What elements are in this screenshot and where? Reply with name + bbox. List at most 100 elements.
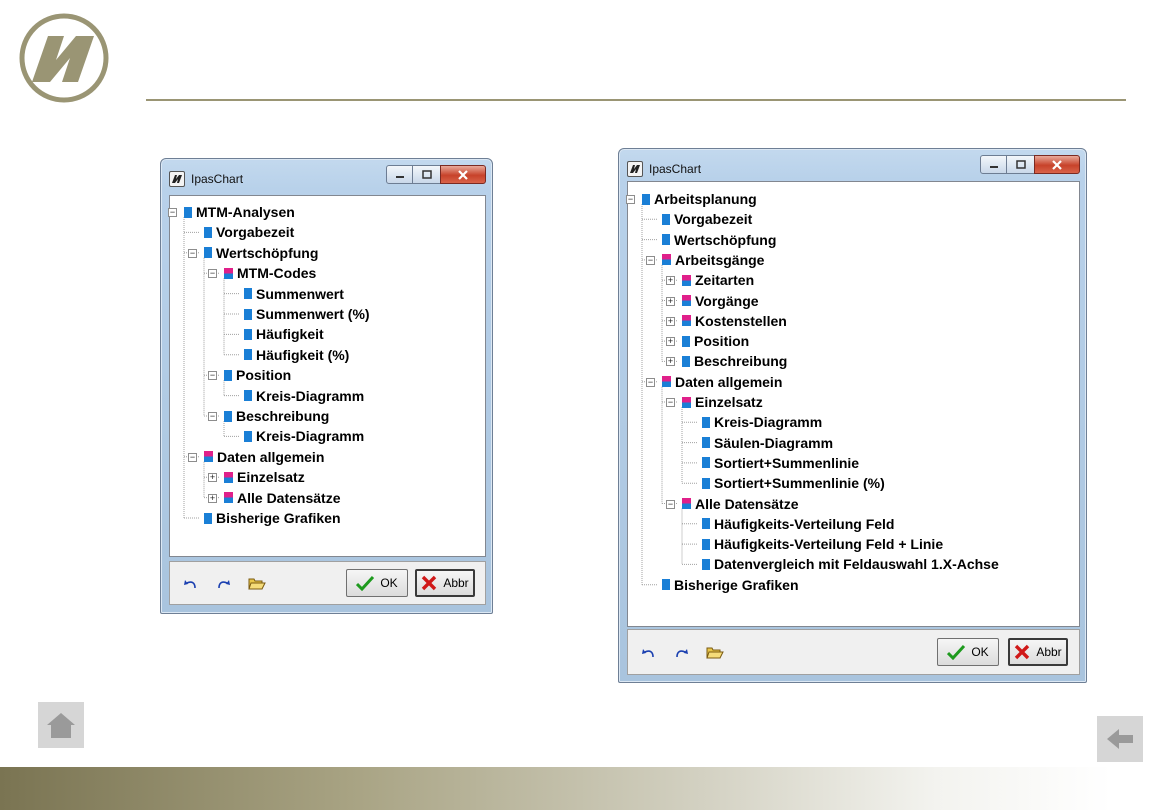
folder-node-icon <box>682 498 691 509</box>
tree-view[interactable]: Arbeitsplanung − Vorgabezeit Wertschöpfung A… <box>626 181 1080 627</box>
tree-item-label: Position <box>694 333 750 350</box>
tree-item[interactable]: Sortiert+Summenlinie (%) <box>702 473 885 493</box>
tree-item[interactable]: Beschreibung <box>682 351 787 371</box>
tree-item[interactable]: Summenwert (%) <box>244 304 370 324</box>
tree-item[interactable]: Vorgänge <box>682 291 759 311</box>
expand-icon[interactable]: + <box>666 296 675 306</box>
tree-item[interactable]: Wertschöpfung <box>204 243 318 263</box>
tree-item-label: Kreis-Diagramm <box>256 428 365 445</box>
tree-item[interactable]: Position <box>682 331 749 351</box>
tree-item[interactable]: Summenwert <box>244 284 344 304</box>
app-icon <box>169 171 185 187</box>
tree-item[interactable]: Position <box>224 365 291 385</box>
folder-node-icon <box>662 376 671 388</box>
tree-item[interactable]: MTM-Codes <box>224 263 316 283</box>
collapse-icon[interactable]: − <box>666 499 675 509</box>
maximize-button[interactable] <box>1007 155 1034 174</box>
leaf-node-icon <box>702 416 710 428</box>
cancel-button[interactable]: Abbr <box>1008 638 1068 666</box>
tree-item-label: Kostenstellen <box>695 312 787 329</box>
minimize-button[interactable] <box>386 165 413 184</box>
folder-node-icon <box>662 254 671 266</box>
collapse-icon[interactable]: − <box>188 452 197 462</box>
title-bar: IpasChart <box>161 159 492 189</box>
ok-button[interactable]: OK <box>346 569 408 597</box>
tree-item[interactable]: Zeitarten <box>682 270 754 290</box>
leaf-node-icon <box>244 349 252 361</box>
expand-icon[interactable]: + <box>208 493 217 503</box>
tree-item[interactable]: Häufigkeits-Verteilung Feld <box>702 514 894 534</box>
tree-item[interactable]: Daten allgemein <box>662 372 782 392</box>
tree-item-label: Position <box>236 367 292 384</box>
back-arrow-icon <box>1107 729 1133 749</box>
tree-item[interactable]: Alle Datensätze <box>224 488 340 508</box>
tree-item[interactable]: Häufigkeit <box>244 324 324 344</box>
tree-item[interactable]: Daten allgemein <box>204 447 324 467</box>
tree-item[interactable]: Kreis-Diagramm <box>244 386 364 406</box>
tree-item[interactable]: Vorgabezeit <box>204 222 294 242</box>
expand-icon[interactable]: + <box>666 316 675 326</box>
minimize-button[interactable] <box>980 155 1007 174</box>
folder-node-icon <box>224 267 233 279</box>
tree-item-label: MTM-Analysen <box>196 204 295 220</box>
expand-icon[interactable]: + <box>208 473 217 483</box>
leaf-node-icon <box>204 247 212 259</box>
tree-item[interactable]: Arbeitsgänge <box>662 250 764 270</box>
home-button[interactable] <box>38 702 84 748</box>
tree-item[interactable]: Vorgabezeit <box>662 209 752 229</box>
tree-item-label: MTM-Codes <box>237 265 317 282</box>
folder-node-icon <box>682 295 691 306</box>
tree-item[interactable]: Häufigkeits-Verteilung Feld + Linie <box>702 534 943 554</box>
undo-icon[interactable] <box>182 575 200 593</box>
leaf-node-icon <box>204 512 212 524</box>
tree-item[interactable]: Bisherige Grafiken <box>662 575 799 595</box>
tree-item-label: Vorgabezeit <box>674 211 753 228</box>
collapse-icon[interactable]: − <box>626 195 635 204</box>
tree-item[interactable]: Alle Datensätze <box>682 494 798 514</box>
tree-item[interactable]: Arbeitsplanung <box>642 189 757 209</box>
tree-item[interactable]: Kreis-Diagramm <box>244 426 364 446</box>
close-button[interactable] <box>1034 155 1080 174</box>
maximize-button[interactable] <box>413 165 440 184</box>
redo-icon[interactable] <box>672 644 690 662</box>
ok-label: OK <box>380 576 398 590</box>
collapse-icon[interactable]: − <box>646 255 655 265</box>
tree-item[interactable]: Säulen-Diagramm <box>702 433 833 453</box>
tree-item[interactable]: Datenvergleich mit Feldauswahl 1.X-Achse <box>702 554 999 574</box>
logo <box>18 12 110 104</box>
redo-icon[interactable] <box>214 575 232 593</box>
collapse-icon[interactable]: − <box>666 398 675 407</box>
ok-button[interactable]: OK <box>937 638 999 666</box>
close-button[interactable] <box>440 165 486 184</box>
undo-icon[interactable] <box>640 644 658 662</box>
expand-icon[interactable]: + <box>666 357 675 367</box>
collapse-icon[interactable]: − <box>168 208 177 217</box>
leaf-node-icon <box>662 234 670 246</box>
expand-icon[interactable]: + <box>666 276 675 286</box>
collapse-icon[interactable]: − <box>208 412 217 421</box>
collapse-icon[interactable]: − <box>208 269 217 279</box>
tree-item[interactable]: Einzelsatz <box>682 392 763 412</box>
tree-item-label: Arbeitsgänge <box>675 251 765 268</box>
open-folder-icon[interactable] <box>706 643 724 661</box>
open-folder-icon[interactable] <box>248 574 266 592</box>
collapse-icon[interactable]: − <box>646 377 655 387</box>
tree-item[interactable]: Kreis-Diagramm <box>702 412 822 432</box>
tree-view[interactable]: MTM-Analysen − Vorgabezeit Wertschöpfung − MT… <box>168 195 486 557</box>
collapse-icon[interactable]: − <box>208 371 217 381</box>
cancel-button[interactable]: Abbr <box>415 569 475 597</box>
footer-band <box>0 767 1170 810</box>
tree-item[interactable]: Bisherige Grafiken <box>204 508 341 528</box>
collapse-icon[interactable]: − <box>188 248 197 258</box>
tree-item[interactable]: MTM-Analysen <box>184 202 295 222</box>
tree-item[interactable]: Wertschöpfung <box>662 230 776 250</box>
tree-item-label: Säulen-Diagramm <box>714 434 834 451</box>
leaf-node-icon <box>244 390 252 402</box>
tree-item[interactable]: Einzelsatz <box>224 467 305 487</box>
expand-icon[interactable]: + <box>666 337 675 347</box>
tree-item[interactable]: Kostenstellen <box>682 311 787 331</box>
tree-item[interactable]: Beschreibung <box>224 406 329 426</box>
tree-item[interactable]: Häufigkeit (%) <box>244 345 349 365</box>
tree-item[interactable]: Sortiert+Summenlinie <box>702 453 859 473</box>
back-button[interactable] <box>1097 716 1143 762</box>
